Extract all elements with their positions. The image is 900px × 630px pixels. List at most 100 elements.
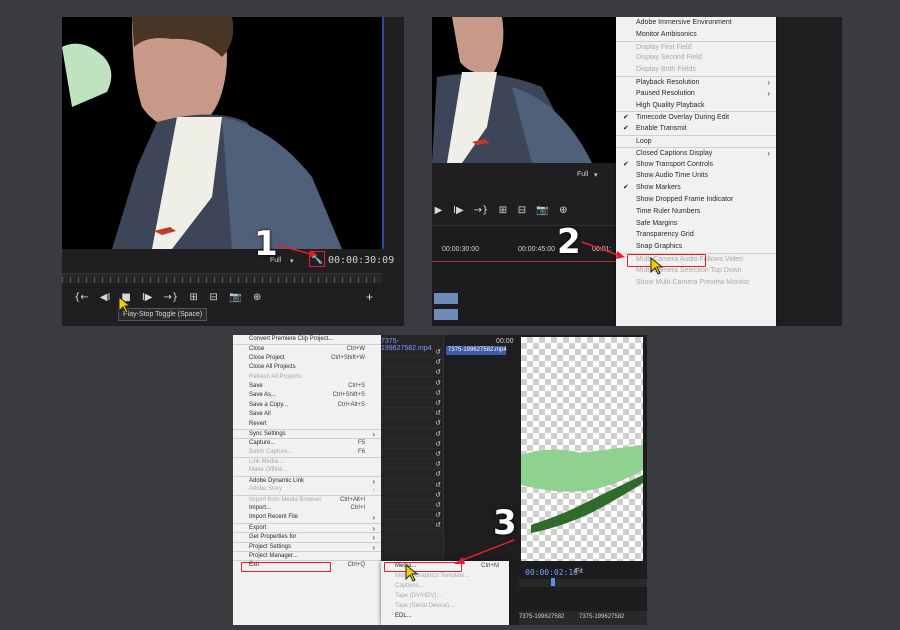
menu-item-label: Time Ruler Numbers [636, 207, 701, 215]
menu-item-display-both-fields: Display Both Fields [616, 64, 776, 76]
project-row[interactable]: ↺ [381, 490, 443, 500]
button-editor-icon[interactable]: ⊕ [253, 292, 262, 303]
menu-shortcut: Ctrl+S [348, 382, 365, 389]
insert-button[interactable]: ⊞ [189, 292, 198, 303]
file-menu-item-close[interactable]: Close Ctrl+W [233, 344, 381, 353]
file-menu-item-save-a-copy-[interactable]: Save a Copy... Ctrl+Alt+S [233, 401, 381, 410]
preview-scrubber[interactable] [519, 579, 647, 587]
menu-item-timecode-overlay-during-edit[interactable]: ✔ Timecode Overlay During Edit [616, 111, 776, 123]
sync-icon: ↺ [435, 491, 441, 499]
menu-item-show-markers[interactable]: ✔ Show Markers [616, 182, 776, 194]
file-menu-item-capture-[interactable]: Capture... F5 [233, 438, 381, 447]
mark-out-button[interactable]: →} [163, 292, 178, 303]
file-menu-item-export[interactable]: Export › [233, 522, 381, 533]
file-menu-item-close-all-projects[interactable]: Close All Projects [233, 363, 381, 372]
menu-item-monitor-ambisonics[interactable]: Monitor Ambisonics [616, 29, 776, 41]
check-icon: ✔ [623, 125, 629, 133]
menu-item-snap-graphics[interactable]: Snap Graphics [616, 241, 776, 253]
overwrite-button[interactable]: ⊟ [517, 205, 526, 216]
project-row[interactable]: ↺ [381, 480, 443, 490]
menu-item-label: Snap Graphics [636, 243, 683, 251]
overwrite-button[interactable]: ⊟ [209, 292, 218, 303]
menu-item-label: Display Both Fields [636, 66, 696, 74]
menu-item-show-transport-controls[interactable]: ✔ Show Transport Controls [616, 159, 776, 171]
mark-in-button[interactable]: {← [74, 292, 89, 303]
step-forward-button[interactable]: I▶ [142, 292, 153, 303]
menu-item-loop[interactable]: Loop [616, 134, 776, 147]
hand-shape [521, 445, 643, 533]
camera-icon[interactable]: 📷 [229, 292, 241, 303]
sync-icon: ↺ [435, 369, 441, 377]
project-row[interactable]: ↺ [381, 357, 443, 368]
menu-shortcut: Ctrl+Q [347, 562, 365, 569]
export-item-tape-serial-device-: Tape (Serial Device)... [381, 601, 509, 611]
menu-item-adobe-immersive-environment[interactable]: Adobe Immersive Environment [616, 17, 776, 29]
file-menu-item-project-settings[interactable]: Project Settings › [233, 541, 381, 552]
track-clip-2[interactable] [434, 309, 458, 320]
track-clip[interactable] [434, 293, 458, 304]
project-row[interactable]: ↺ [381, 439, 443, 449]
project-row[interactable]: ↺ [381, 469, 443, 480]
chevron-right-icon: › [767, 88, 770, 98]
menu-item-label: Close All Projects [249, 364, 296, 371]
program-monitor-1: Full ▾ 🔧 00:00:30:09 {← ◀I ■ I▶ →} ⊞ ⊟ 📷… [62, 17, 404, 326]
menu-item-transparency-grid[interactable]: Transparency Grid [616, 229, 776, 241]
bottom-tab-2[interactable]: 7375-199627582 [579, 614, 624, 620]
project-row[interactable]: ↺ [381, 378, 443, 388]
camera-icon[interactable]: 📷 [536, 205, 548, 216]
step-forward-button[interactable]: I▶ [453, 205, 464, 216]
project-row[interactable]: ↺ [381, 449, 443, 459]
project-row[interactable]: ↺ [381, 367, 443, 378]
insert-button[interactable]: ⊞ [498, 205, 507, 216]
bottom-tab-1[interactable]: 7375-199627582 [519, 614, 564, 620]
resolution-dropdown-2[interactable]: Full [577, 171, 588, 178]
play-button[interactable]: ▶ [434, 205, 443, 216]
mark-out-button[interactable]: →} [474, 205, 489, 216]
bottom-tabs: 7375-199627582 7375-199627582 [519, 611, 647, 625]
fit-dropdown[interactable]: Fit [575, 568, 583, 575]
step-back-button[interactable]: ◀I [100, 292, 111, 303]
file-menu-item-adobe-dynamic-link[interactable]: Adobe Dynamic Link › [233, 475, 381, 486]
export-highlight [241, 562, 331, 572]
file-menu-item-save-all[interactable]: Save All [233, 410, 381, 419]
sync-icon: ↺ [435, 359, 441, 367]
menu-item-high-quality-playback[interactable]: High Quality Playback [616, 100, 776, 112]
arrow-3 [454, 539, 515, 564]
menu-item-closed-captions-display[interactable]: Closed Captions Display › [616, 146, 776, 159]
file-menu-item-import-recent-file[interactable]: Import Recent File › [233, 513, 381, 522]
add-button[interactable]: + [366, 290, 373, 304]
file-menu-item-save[interactable]: Save Ctrl+S [233, 382, 381, 391]
file-menu-item-convert-premiere-clip-project-[interactable]: Convert Premiere Clip Project... [233, 335, 381, 344]
project-row[interactable]: ↺ [381, 429, 443, 439]
export-item-edl-[interactable]: EDL... [381, 611, 509, 621]
file-menu-item-save-as-[interactable]: Save As... Ctrl+Shift+S [233, 391, 381, 400]
file-menu-item-revert[interactable]: Revert [233, 420, 381, 429]
menu-item-label: Close [249, 346, 265, 353]
menu-item-show-dropped-frame-indicator[interactable]: Show Dropped Frame Indicator [616, 194, 776, 206]
project-row[interactable]: ↺ [381, 347, 443, 357]
project-row[interactable]: ↺ [381, 459, 443, 470]
menu-item-label: Make Offline... [249, 467, 288, 474]
menu-item-label: Display First Field [636, 43, 692, 51]
file-menu-item-get-properties-for[interactable]: Get Properties for › [233, 532, 381, 542]
menu-item-playback-resolution[interactable]: Playback Resolution › [616, 75, 776, 88]
button-editor-icon[interactable]: ⊕ [559, 205, 568, 216]
project-row[interactable]: ↺ [381, 510, 443, 521]
menu-item-time-ruler-numbers[interactable]: Time Ruler Numbers [616, 206, 776, 218]
project-row[interactable]: ↺ [381, 388, 443, 398]
menu-item-enable-transmit[interactable]: ✔ Enable Transmit [616, 123, 776, 135]
file-menu-item-project-manager-[interactable]: Project Manager... [233, 550, 381, 560]
project-row[interactable]: ↺ [381, 418, 443, 429]
menu-item-show-audio-time-units[interactable]: Show Audio Time Units [616, 170, 776, 182]
menu-item-paused-resolution[interactable]: Paused Resolution › [616, 88, 776, 100]
project-row[interactable]: ↺ [381, 520, 443, 531]
file-menu-item-import-[interactable]: Import... Ctrl+I [233, 504, 381, 513]
menu-item-label: Tape (DV/HDV)... [395, 593, 442, 599]
project-row[interactable]: ↺ [381, 500, 443, 510]
menu-item-label: Enable Transmit [636, 125, 687, 133]
menu-item-safe-margins[interactable]: Safe Margins [616, 218, 776, 230]
project-row[interactable]: ↺ [381, 408, 443, 419]
project-row[interactable]: ↺ [381, 398, 443, 408]
file-menu-item-sync-settings[interactable]: Sync Settings › [233, 428, 381, 439]
file-menu-item-close-project[interactable]: Close Project Ctrl+Shift+W [233, 354, 381, 363]
